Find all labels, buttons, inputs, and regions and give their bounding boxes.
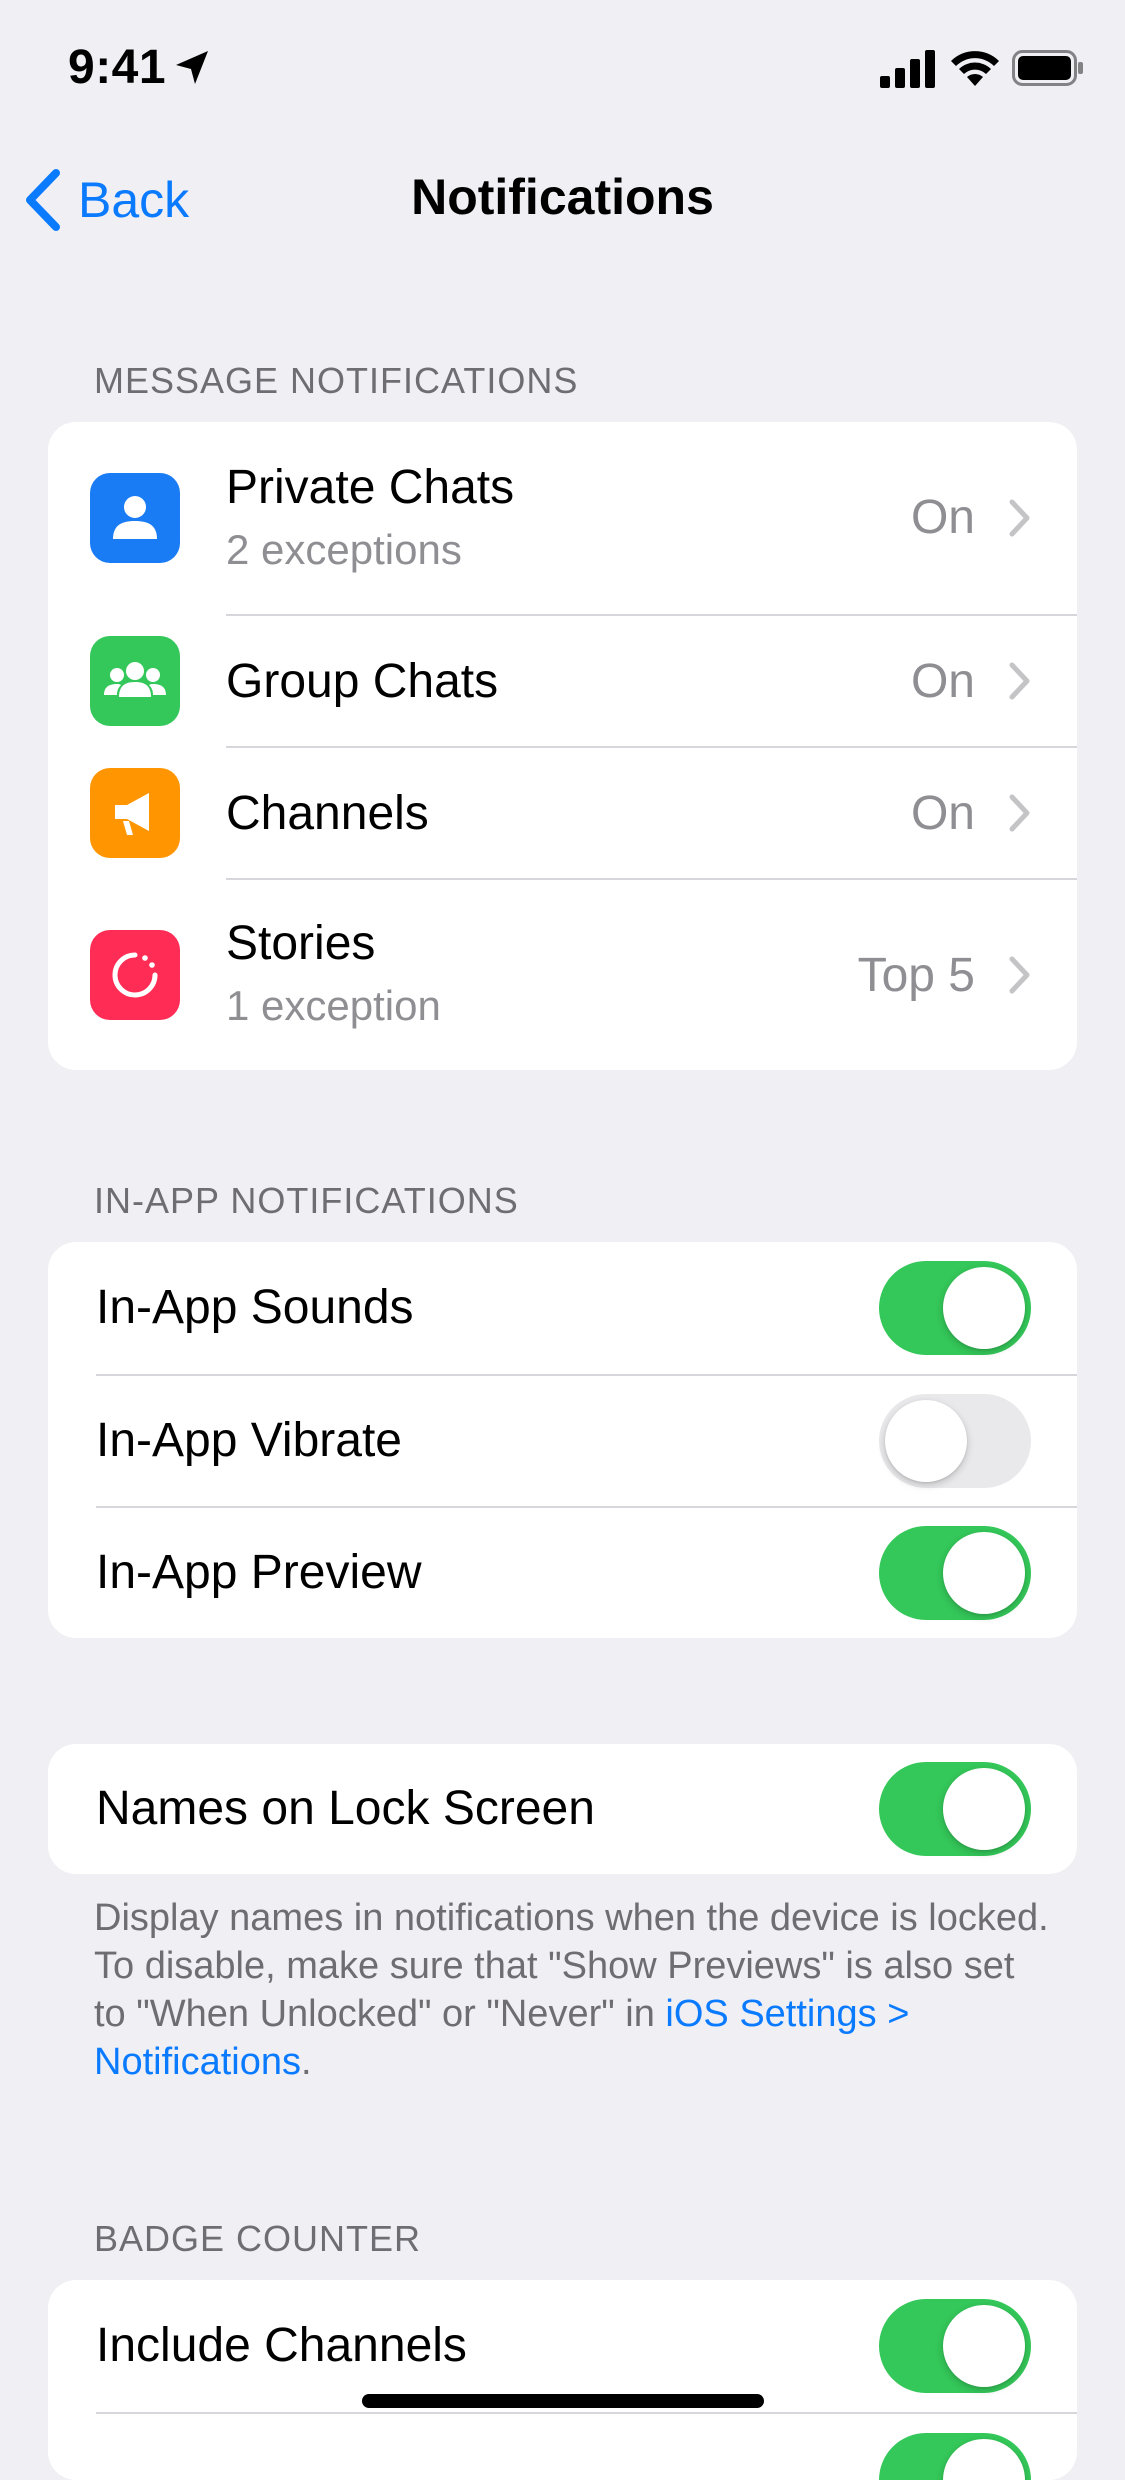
row-group-chats[interactable]: Group Chats On (48, 616, 1077, 746)
row-title: Stories (226, 917, 376, 970)
row-title: Channels (226, 787, 429, 840)
row-value: Top 5 (857, 949, 975, 1002)
page-title: Notifications (411, 169, 714, 225)
row-include-channels: Include Channels (48, 2280, 1077, 2412)
row-title: Private Chats (226, 461, 515, 514)
row-title: In-App Sounds (96, 1281, 414, 1334)
toggle-knob (943, 1267, 1025, 1349)
row-title: Include Channels (96, 2319, 467, 2372)
row-stories[interactable]: Stories 1 exception Top 5 (48, 880, 1077, 1070)
toggle-knob (943, 2305, 1025, 2387)
include-channels-toggle[interactable] (879, 2299, 1031, 2393)
cellular-signal-icon (880, 50, 935, 88)
status-bar: 9:41 (0, 0, 1125, 140)
lock-screen-group: Names on Lock Screen (48, 1744, 1077, 1874)
badge-counter-group: Include Channels (48, 2280, 1077, 2480)
row-title: In-App Preview (96, 1546, 422, 1599)
chevron-right-icon (1009, 662, 1030, 700)
location-arrow-icon (176, 51, 208, 84)
group-icon (90, 636, 180, 726)
chevron-right-icon (1009, 499, 1030, 537)
toggle-knob (943, 2439, 1025, 2480)
names-on-lock-screen-toggle[interactable] (879, 1762, 1031, 1856)
row-names-on-lock-screen: Names on Lock Screen (48, 1744, 1077, 1874)
row-subtitle: 2 exceptions (226, 526, 462, 573)
row-value: On (910, 491, 975, 544)
status-time: 9:41 (68, 41, 167, 94)
row-value: On (910, 787, 975, 840)
section-header-badge-counter: BADGE COUNTER (94, 2218, 422, 2259)
next-setting-toggle[interactable] (879, 2433, 1031, 2480)
row-in-app-sounds: In-App Sounds (48, 1242, 1077, 1374)
footnote-end: . (300, 2041, 312, 2083)
toggle-knob (943, 1532, 1025, 1614)
in-app-vibrate-toggle[interactable] (879, 1394, 1031, 1488)
person-icon (90, 473, 180, 563)
row-subtitle: 1 exception (226, 982, 441, 1029)
row-in-app-vibrate: In-App Vibrate (48, 1376, 1077, 1506)
toggle-knob (885, 1400, 967, 1482)
chevron-right-icon (1009, 956, 1030, 994)
row-private-chats[interactable]: Private Chats 2 exceptions On (48, 422, 1077, 614)
section-header-message-notifications: MESSAGE NOTIFICATIONS (94, 360, 579, 401)
in-app-preview-toggle[interactable] (879, 1526, 1031, 1620)
home-indicator (362, 2394, 764, 2408)
message-notifications-group: Private Chats 2 exceptions On Group Chat… (48, 422, 1077, 1070)
section-header-in-app-notifications: IN-APP NOTIFICATIONS (94, 1180, 519, 1221)
battery-icon (1012, 50, 1083, 86)
row-next-setting (48, 2414, 1077, 2480)
in-app-sounds-toggle[interactable] (879, 1261, 1031, 1355)
in-app-notifications-group: In-App Sounds In-App Vibrate In-App Prev… (48, 1242, 1077, 1638)
row-in-app-preview: In-App Preview (48, 1508, 1077, 1638)
row-title: Group Chats (226, 655, 499, 708)
row-title: In-App Vibrate (96, 1414, 402, 1467)
row-channels[interactable]: Channels On (48, 748, 1077, 878)
megaphone-icon (90, 768, 180, 858)
navigation-bar: Back Notifications (0, 150, 1125, 250)
lock-screen-footnote: Display names in notifications when the … (94, 1894, 1054, 2086)
row-value: On (910, 655, 975, 708)
chevron-right-icon (1009, 794, 1030, 832)
wifi-icon (951, 51, 999, 86)
toggle-knob (943, 1768, 1025, 1850)
row-title: Names on Lock Screen (96, 1782, 595, 1835)
story-circle-icon (90, 930, 180, 1020)
